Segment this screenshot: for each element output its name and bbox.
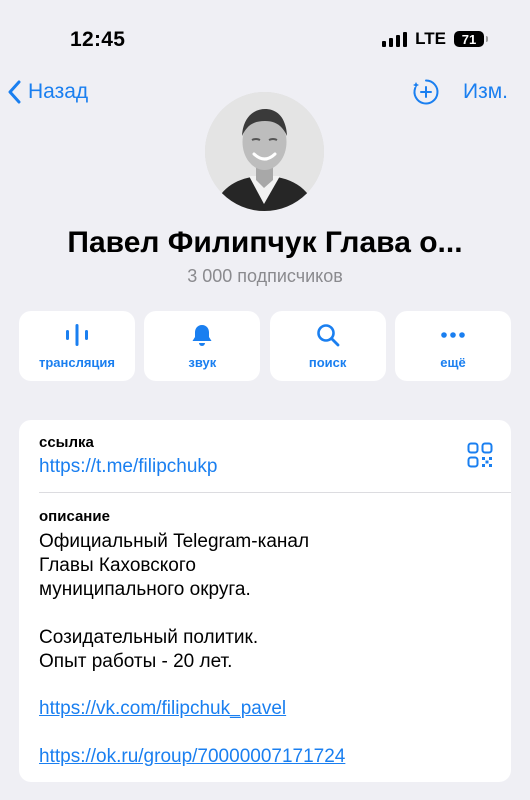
link-field-label: ссылка — [39, 434, 94, 451]
sound-label: звук — [188, 354, 217, 370]
qr-code-button[interactable] — [467, 442, 493, 468]
more-label: ещё — [440, 354, 466, 370]
sound-button[interactable]: звук — [144, 311, 261, 381]
broadcast-icon — [66, 323, 88, 346]
ok-link[interactable]: https://ok.ru/group/70000007171724 — [39, 746, 345, 768]
add-circle-button[interactable] — [412, 78, 440, 106]
back-label: Назад — [28, 80, 89, 103]
description-line: муниципального округа. — [39, 579, 251, 600]
status-bar: 12:45 LTE 71 — [0, 0, 530, 70]
search-button[interactable]: поиск — [269, 311, 386, 381]
action-bar: трансляция звук поиск ещё — [19, 311, 511, 381]
more-icon — [441, 331, 465, 338]
back-button[interactable]: Назад — [8, 76, 88, 108]
status-time: 12:45 — [70, 28, 126, 51]
battery-level: 71 — [461, 31, 477, 47]
description-line: Опыт работы - 20 лет. — [39, 651, 233, 672]
search-label: поиск — [308, 354, 347, 370]
divider — [39, 492, 511, 493]
description-spacer — [39, 602, 309, 626]
subscriber-count: 3 000 подписчиков — [187, 266, 343, 286]
chevron-left-icon — [8, 80, 21, 104]
description-line: Созидательный политик. — [39, 627, 259, 648]
search-icon — [316, 323, 340, 346]
signal-icon — [382, 31, 408, 47]
add-circle-icon — [413, 79, 439, 105]
description-field-label: описание — [39, 508, 110, 525]
channel-link[interactable]: https://t.me/filipchukp — [39, 456, 217, 478]
description-text: Официальный Telegram-канал Главы Каховск… — [39, 530, 309, 674]
network-type: LTE — [415, 29, 446, 48]
description-line: Официальный Telegram-канал — [39, 531, 310, 552]
vk-link[interactable]: https://vk.com/filipchuk_pavel — [39, 698, 286, 720]
channel-info-card: ссылка https://t.me/filipchukp описание … — [19, 420, 511, 782]
bell-icon — [192, 324, 212, 346]
qr-code-icon — [467, 442, 493, 468]
more-button[interactable]: ещё — [394, 311, 511, 381]
description-line: Главы Каховского — [39, 555, 196, 576]
edit-button[interactable]: Изм. — [463, 80, 508, 104]
broadcast-button[interactable]: трансляция — [19, 311, 135, 381]
battery-icon: 71 — [454, 31, 488, 47]
channel-title: Павел Филипчук Глава о... — [67, 226, 463, 259]
avatar[interactable] — [205, 92, 324, 211]
status-indicators: LTE 71 — [382, 29, 488, 49]
avatar-photo — [205, 92, 324, 211]
broadcast-label: трансляция — [38, 354, 116, 370]
